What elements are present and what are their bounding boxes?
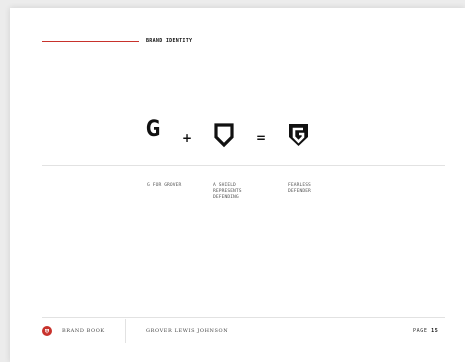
footer-logo-icon	[42, 326, 52, 336]
content-divider	[42, 165, 445, 166]
shield-icon	[214, 123, 234, 148]
section-title: BRAND IDENTITY	[146, 38, 193, 44]
page-label: PAGE	[413, 328, 428, 334]
plus-sign: +	[182, 131, 193, 145]
grover-logo-icon	[289, 124, 308, 146]
footer-page: PAGE 15	[413, 328, 438, 334]
caption-g-for-grover: G FOR GROVER	[147, 183, 182, 188]
caption-fearless-defender: FEARLESS DEFENDER	[288, 183, 311, 194]
footer-name: GROVER LEWIS JOHNSON	[146, 328, 229, 334]
caption-shield: A SHIELD REPRESENTS DEFENDING	[213, 183, 242, 200]
brand-book-page: BRAND IDENTITY G + = G FOR GROVER A SHIE…	[10, 8, 465, 362]
footer-brand-book: BRAND BOOK	[62, 328, 105, 334]
footer-divider	[42, 317, 445, 318]
letter-g: G	[146, 117, 161, 142]
equals-sign: =	[256, 131, 267, 145]
footer-separator	[125, 319, 126, 343]
accent-rule	[42, 41, 139, 42]
page-number: 15	[431, 328, 439, 334]
